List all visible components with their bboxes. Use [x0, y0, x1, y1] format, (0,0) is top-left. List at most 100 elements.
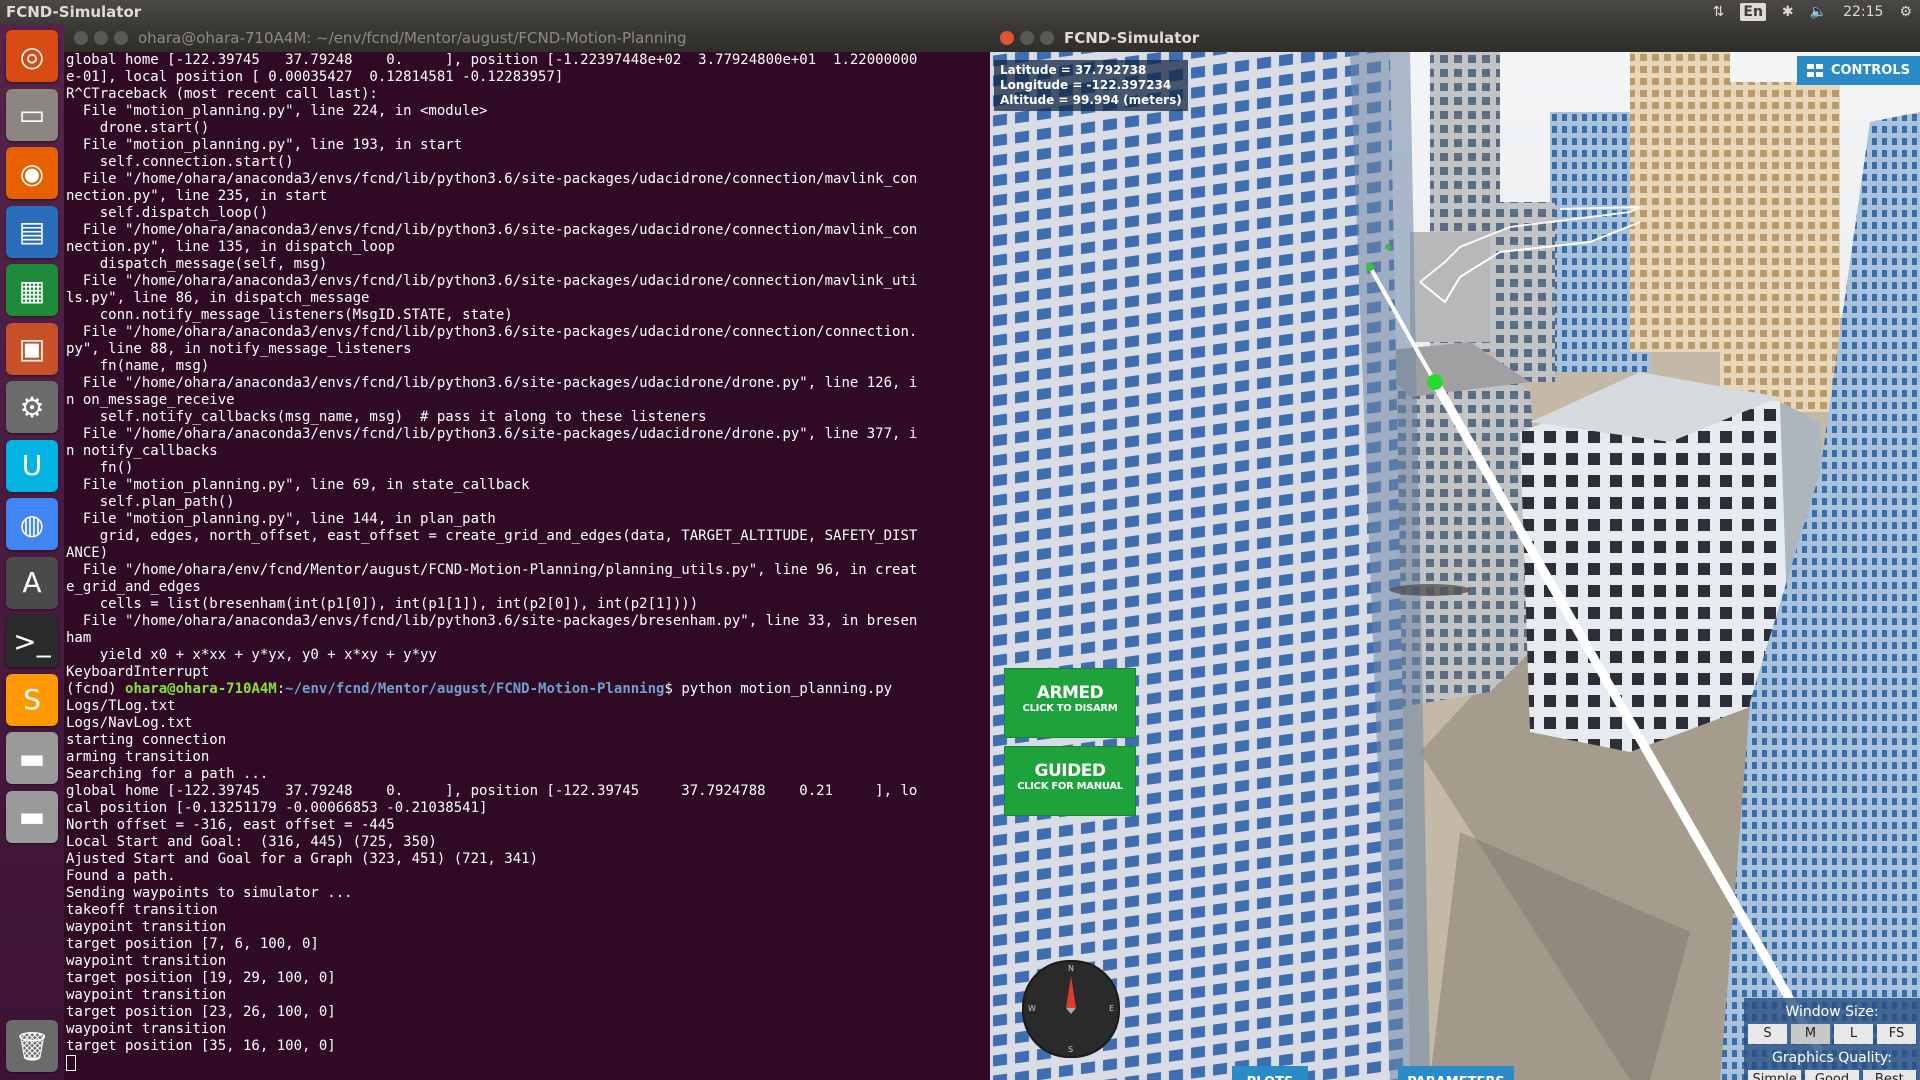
- terminal-line: yield x0 + x*xx + y*yx, y0 + x*xy + y*yy: [66, 647, 437, 663]
- terminal-line: Found a path.: [66, 868, 176, 884]
- terminal-line: File "/home/ohara/env/fcnd/Mentor/august…: [66, 562, 918, 578]
- guided-sublabel: CLICK FOR MANUAL: [1017, 781, 1123, 792]
- terminal-line: e-01], local position [ 0.00035427 0.128…: [66, 69, 564, 85]
- terminal-line: File "motion_planning.py", line 193, in …: [66, 137, 463, 153]
- close-icon[interactable]: [74, 31, 88, 45]
- terminal-line: File "motion_planning.py", line 144, in …: [66, 511, 496, 527]
- gear-icon[interactable]: ⚙: [1899, 4, 1912, 20]
- longitude-readout: Longitude = -122.397234: [1000, 78, 1172, 92]
- terminal-line: File "/home/ohara/anaconda3/envs/fcnd/li…: [66, 324, 918, 340]
- city-scene: [990, 52, 1920, 1080]
- maximize-icon[interactable]: [1040, 31, 1054, 45]
- terminal-line: dispatch_message(self, msg): [66, 256, 328, 272]
- firefox-icon[interactable]: ◉: [6, 147, 58, 199]
- terminal-line: grid, edges, north_offset, east_offset =…: [66, 528, 918, 544]
- window-size-option[interactable]: S: [1748, 1024, 1787, 1044]
- terminal-titlebar[interactable]: ohara@ohara-710A4M: ~/env/fcnd/Mentor/au…: [64, 24, 990, 52]
- prompt-command: python motion_planning.py: [681, 681, 893, 697]
- terminal-line: target position [23, 26, 100, 0]: [66, 1004, 336, 1020]
- guided-label: GUIDED: [1034, 761, 1106, 781]
- calc-icon[interactable]: ▦: [6, 264, 58, 316]
- simulator-viewport[interactable]: Latitude = 37.792738 Longitude = -122.39…: [990, 52, 1920, 1080]
- graphics-quality-label: Graphics Quality:: [1772, 1050, 1892, 1066]
- terminal-line: ANCE): [66, 545, 109, 561]
- ubuntu-dash-icon[interactable]: ◎: [6, 30, 58, 82]
- terminal-window[interactable]: ohara@ohara-710A4M: ~/env/fcnd/Mentor/au…: [64, 24, 990, 1080]
- window-size-option[interactable]: FS: [1877, 1024, 1916, 1044]
- files-icon[interactable]: ▭: [6, 88, 58, 141]
- simulator-titlebar[interactable]: FCND-Simulator: [990, 24, 1920, 52]
- window-size-option[interactable]: M: [1791, 1024, 1830, 1044]
- terminal-line: cal position [-0.13251179 -0.00066853 -0…: [66, 800, 488, 816]
- terminal-line: File "/home/ohara/anaconda3/envs/fcnd/li…: [66, 273, 918, 289]
- terminal-output[interactable]: global home [-122.39745 37.79248 0. ], p…: [66, 52, 980, 1080]
- system-tray: ⇅ En ✱ 🔈 22:15 ⚙: [1713, 0, 1920, 24]
- terminal-line: File "/home/ohara/anaconda3/envs/fcnd/li…: [66, 171, 918, 187]
- armed-toggle-button[interactable]: ARMED CLICK TO DISARM: [1004, 668, 1136, 738]
- controls-button[interactable]: CONTROLS: [1796, 56, 1920, 85]
- controls-label: CONTROLS: [1830, 63, 1910, 78]
- chrome-icon[interactable]: ◍: [6, 498, 58, 550]
- settings-icon[interactable]: ⚙: [6, 381, 58, 433]
- terminal-icon[interactable]: >_: [6, 615, 58, 667]
- trash-icon[interactable]: 🗑: [6, 1020, 58, 1072]
- terminal-line: fn(name, msg): [66, 358, 210, 374]
- terminal-line: R^CTraceback (most recent call last):: [66, 86, 378, 102]
- close-icon[interactable]: [1000, 31, 1014, 45]
- terminal-line: py", line 88, in notify_message_listener…: [66, 341, 412, 357]
- controls-icon: [1806, 63, 1825, 78]
- terminal-line: n notify_callbacks: [66, 443, 218, 459]
- simulator-title: FCND-Simulator: [1064, 29, 1200, 47]
- minimize-icon[interactable]: [1020, 31, 1034, 45]
- impress-icon[interactable]: ▣: [6, 322, 58, 375]
- clock[interactable]: 22:15: [1843, 4, 1883, 20]
- latitude-readout: Latitude = 37.792738: [1000, 63, 1147, 77]
- terminal-line: File "motion_planning.py", line 69, in s…: [66, 477, 530, 493]
- graphics-quality-option[interactable]: Simple: [1748, 1070, 1802, 1080]
- plots-button[interactable]: PLOTS: [1232, 1066, 1308, 1080]
- drive-icon-2[interactable]: ▬: [6, 790, 58, 843]
- terminal-line: waypoint transition: [66, 987, 227, 1003]
- terminal-line: fn(): [66, 460, 134, 476]
- terminal-line: self.notify_callbacks(msg_name, msg) # p…: [66, 409, 707, 425]
- window-size-options: S M L FS: [1744, 1024, 1920, 1044]
- terminal-line: North offset = -316, east offset = -445: [66, 817, 395, 833]
- parameters-button[interactable]: PARAMETERS: [1398, 1066, 1514, 1080]
- shell-prompt-line: (fcnd) ohara@ohara-710A4M:~/env/fcnd/Men…: [66, 681, 980, 698]
- bluetooth-icon[interactable]: ✱: [1782, 4, 1794, 20]
- drive-icon[interactable]: ▬: [6, 732, 58, 784]
- terminal-line: Logs/TLog.txt: [66, 698, 176, 714]
- telemetry-readout: Latitude = 37.792738 Longitude = -122.39…: [994, 60, 1188, 111]
- simulator-window[interactable]: FCND-Simulator Latitude = 37.792738 Long…: [990, 24, 1920, 1080]
- terminal-line: ham: [66, 630, 92, 646]
- terminal-line: e_grid_and_edges: [66, 579, 201, 595]
- terminal-line: takeoff transition: [66, 902, 218, 918]
- sublime-icon[interactable]: S: [6, 673, 58, 726]
- terminal-line: self.connection.start(): [66, 154, 294, 170]
- terminal-line: File "/home/ohara/anaconda3/envs/fcnd/li…: [66, 426, 918, 442]
- terminal-line: File "motion_planning.py", line 224, in …: [66, 103, 488, 119]
- graphics-quality-options: Simple Good Best: [1744, 1070, 1920, 1080]
- guided-toggle-button[interactable]: GUIDED CLICK FOR MANUAL: [1004, 746, 1136, 816]
- terminal-line: KeyboardInterrupt: [66, 664, 210, 680]
- minimize-icon[interactable]: [94, 31, 108, 45]
- terminal-title: ohara@ohara-710A4M: ~/env/fcnd/Mentor/au…: [138, 29, 687, 47]
- terminal-line: self.plan_path(): [66, 494, 235, 510]
- terminal-line: ls.py", line 86, in dispatch_message: [66, 290, 370, 306]
- writer-icon[interactable]: ▤: [6, 205, 58, 258]
- window-size-option[interactable]: L: [1834, 1024, 1873, 1044]
- keyboard-layout-indicator[interactable]: En: [1740, 3, 1766, 21]
- software-updater-icon[interactable]: A: [6, 556, 58, 609]
- terminal-line: File "/home/ohara/anaconda3/envs/fcnd/li…: [66, 375, 918, 391]
- network-icon[interactable]: ⇅: [1713, 4, 1725, 20]
- altitude-readout: Altitude = 99.994 (meters): [1000, 93, 1182, 107]
- launcher: ◎ ▭ ◉ ▤ ▦ ▣ ⚙ U ◍ A >_ S ▬ ▬ 🗑: [0, 24, 64, 1080]
- armed-label: ARMED: [1036, 683, 1104, 703]
- maximize-icon[interactable]: [114, 31, 128, 45]
- volume-icon[interactable]: 🔈: [1810, 4, 1827, 20]
- terminal-line: Searching for a path ...: [66, 766, 269, 782]
- prompt-path: ~/env/fcnd/Mentor/august/FCND-Motion-Pla…: [285, 681, 665, 697]
- graphics-quality-option[interactable]: Best: [1862, 1070, 1916, 1080]
- graphics-quality-option[interactable]: Good: [1805, 1070, 1859, 1080]
- udacity-icon[interactable]: U: [6, 439, 58, 492]
